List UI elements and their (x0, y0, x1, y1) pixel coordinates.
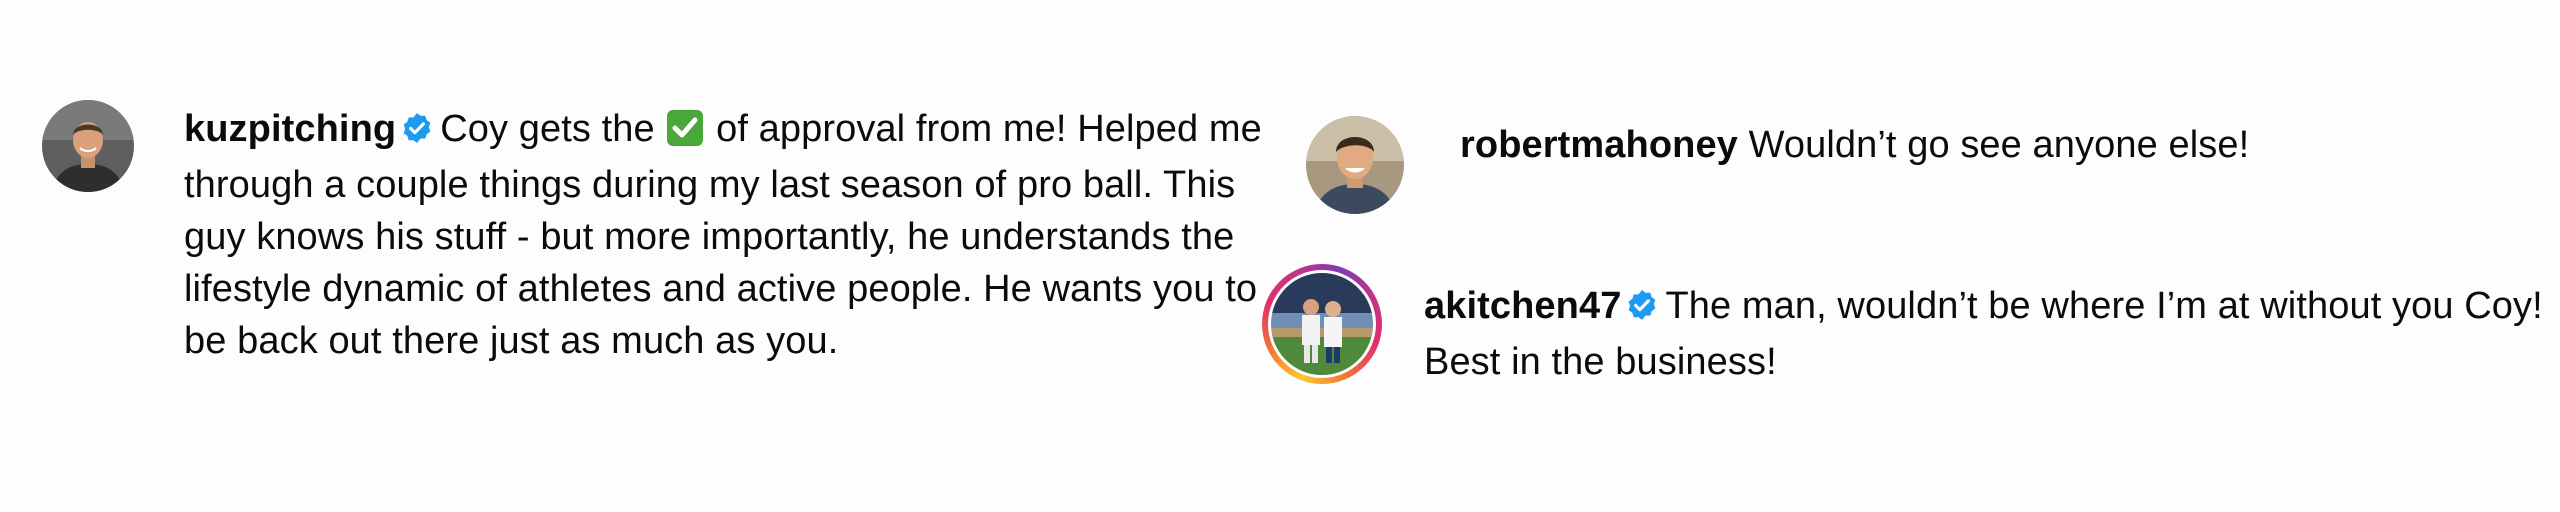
comment-body: Wouldn’t go see anyone else! (1748, 124, 2250, 166)
username[interactable]: kuzpitching (184, 108, 396, 150)
verified-badge-icon (1625, 284, 1659, 336)
verified-badge-icon (400, 107, 434, 159)
check-mark-emoji-icon (667, 110, 704, 146)
comment-text-start: Coy gets the (440, 108, 655, 150)
username[interactable]: akitchen47 (1424, 285, 1621, 327)
avatar[interactable] (1306, 116, 1404, 214)
avatar[interactable] (42, 100, 134, 192)
comment-text: akitchen47 The man, wouldn’t be where I’m… (1424, 280, 2544, 388)
avatar[interactable] (1271, 273, 1373, 375)
username[interactable]: robertmahoney (1460, 124, 1738, 166)
comment-text: kuzpitching Coy gets the of approval from… (184, 103, 1274, 367)
comment-text: robertmahoney Wouldn’t go see anyone els… (1460, 119, 2540, 171)
